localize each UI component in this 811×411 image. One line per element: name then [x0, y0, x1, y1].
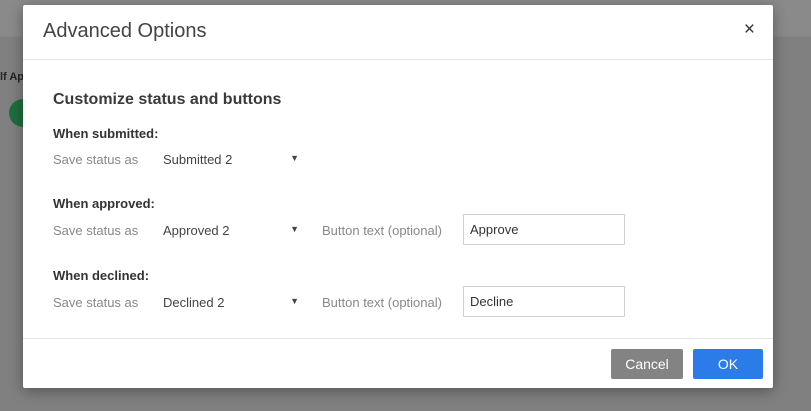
advanced-options-dialog: Advanced Options × Customize status and … — [23, 5, 773, 388]
approved-save-status-label: Save status as — [53, 223, 139, 238]
approved-button-text-label: Button text (optional) — [322, 223, 442, 238]
cancel-button[interactable]: Cancel — [611, 349, 683, 379]
section-title: Customize status and buttons — [53, 91, 282, 108]
caret-down-icon: ▼ — [290, 153, 299, 163]
submitted-heading: When submitted: — [53, 126, 159, 141]
dialog-footer: Cancel OK — [23, 338, 773, 389]
submitted-status-value: Submitted 2 — [163, 152, 233, 167]
dialog-header: Advanced Options × — [23, 5, 773, 60]
dialog-title: Advanced Options — [43, 20, 207, 42]
declined-save-status-label: Save status as — [53, 295, 139, 310]
declined-button-text-label: Button text (optional) — [322, 295, 442, 310]
declined-status-value: Declined 2 — [163, 295, 225, 310]
approved-status-select[interactable]: Approved 2 ▼ — [163, 223, 299, 243]
approved-status-value: Approved 2 — [163, 223, 230, 238]
approved-heading: When approved: — [53, 196, 155, 211]
ok-button[interactable]: OK — [693, 349, 763, 379]
decline-button-text-input[interactable] — [463, 286, 625, 317]
approve-button-text-input[interactable] — [463, 214, 625, 245]
submitted-save-status-label: Save status as — [53, 152, 139, 167]
declined-status-select[interactable]: Declined 2 ▼ — [163, 295, 299, 315]
background-partial-label: lf Ap — [0, 71, 25, 83]
close-icon[interactable]: × — [744, 20, 755, 40]
declined-heading: When declined: — [53, 268, 150, 283]
caret-down-icon: ▼ — [290, 296, 299, 306]
caret-down-icon: ▼ — [290, 224, 299, 234]
submitted-status-select[interactable]: Submitted 2 ▼ — [163, 152, 299, 172]
